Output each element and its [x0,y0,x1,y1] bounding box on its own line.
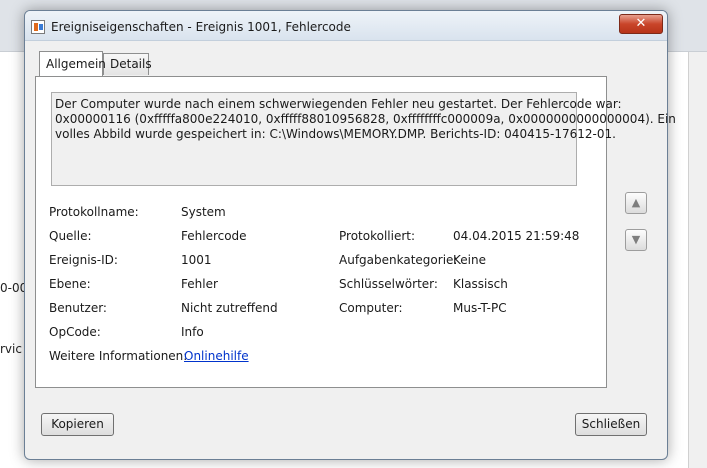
background-text-fragment: rvic [0,342,22,356]
opcode-label: OpCode: [49,325,101,339]
weitere-informationen-label: Weitere Informationen: [49,349,188,363]
dialog-title: Ereigniseigenschaften - Ereignis 1001, F… [51,20,351,34]
protokollname-label: Protokollname: [49,205,139,219]
general-tab-panel: Der Computer wurde nach einem schwerwieg… [35,76,676,388]
opcode-value: Info [181,325,204,339]
event-description[interactable]: Der Computer wurde nach einem schwerwieg… [51,92,676,186]
benutzer-label: Benutzer: [49,301,107,315]
ereignis-id-label: Ereignis-ID: [49,253,118,267]
previous-event-button[interactable]: ▲ [625,192,647,214]
next-event-button[interactable]: ▼ [625,229,647,251]
protokolliert-label: Protokolliert: [339,229,416,243]
arrow-down-icon: ▼ [631,233,641,246]
protokolliert-value: 04.04.2015 21:59:48 [453,229,580,243]
background-scrollbar[interactable] [688,52,707,468]
computer-value: Mus-T-PC [453,301,507,315]
schluesselwoerter-label: Schlüsselwörter: [339,277,438,291]
description-line: 0x00000116 (0xfffffa800e224010, 0xfffff8… [55,112,676,126]
onlinehilfe-link[interactable]: Onlinehilfe [184,349,249,363]
arrow-up-icon: ▲ [631,196,641,209]
protokollname-value: System [181,205,226,219]
close-icon: ✕ [635,16,647,31]
copy-button[interactable]: Kopieren [41,413,114,436]
tab-details[interactable]: Details [103,53,152,75]
close-button[interactable]: Schließen [575,413,647,436]
aufgabenkategorie-label: Aufgabenkategorie: [339,253,458,267]
description-line: volles Abbild wurde gespeichert in: C:\W… [55,127,616,141]
benutzer-value: Nicht zutreffend [181,301,278,315]
event-properties-dialog: Ereigniseigenschaften - Ereignis 1001, F… [24,10,676,460]
tab-allgemein[interactable]: Allgemein [39,51,106,76]
ebene-label: Ebene: [49,277,91,291]
ebene-value: Fehler [181,277,218,291]
close-window-button[interactable]: ✕ [619,14,663,34]
title-bar[interactable]: Ereigniseigenschaften - Ereignis 1001, F… [25,11,667,41]
event-viewer-icon [31,20,45,34]
quelle-value: Fehlercode [181,229,247,243]
aufgabenkategorie-value: Keine [453,253,486,267]
computer-label: Computer: [339,301,403,315]
ereignis-id-value: 1001 [181,253,212,267]
quelle-label: Quelle: [49,229,92,243]
description-line: Der Computer wurde nach einem schwerwieg… [55,97,622,111]
schluesselwoerter-value: Klassisch [453,277,508,291]
